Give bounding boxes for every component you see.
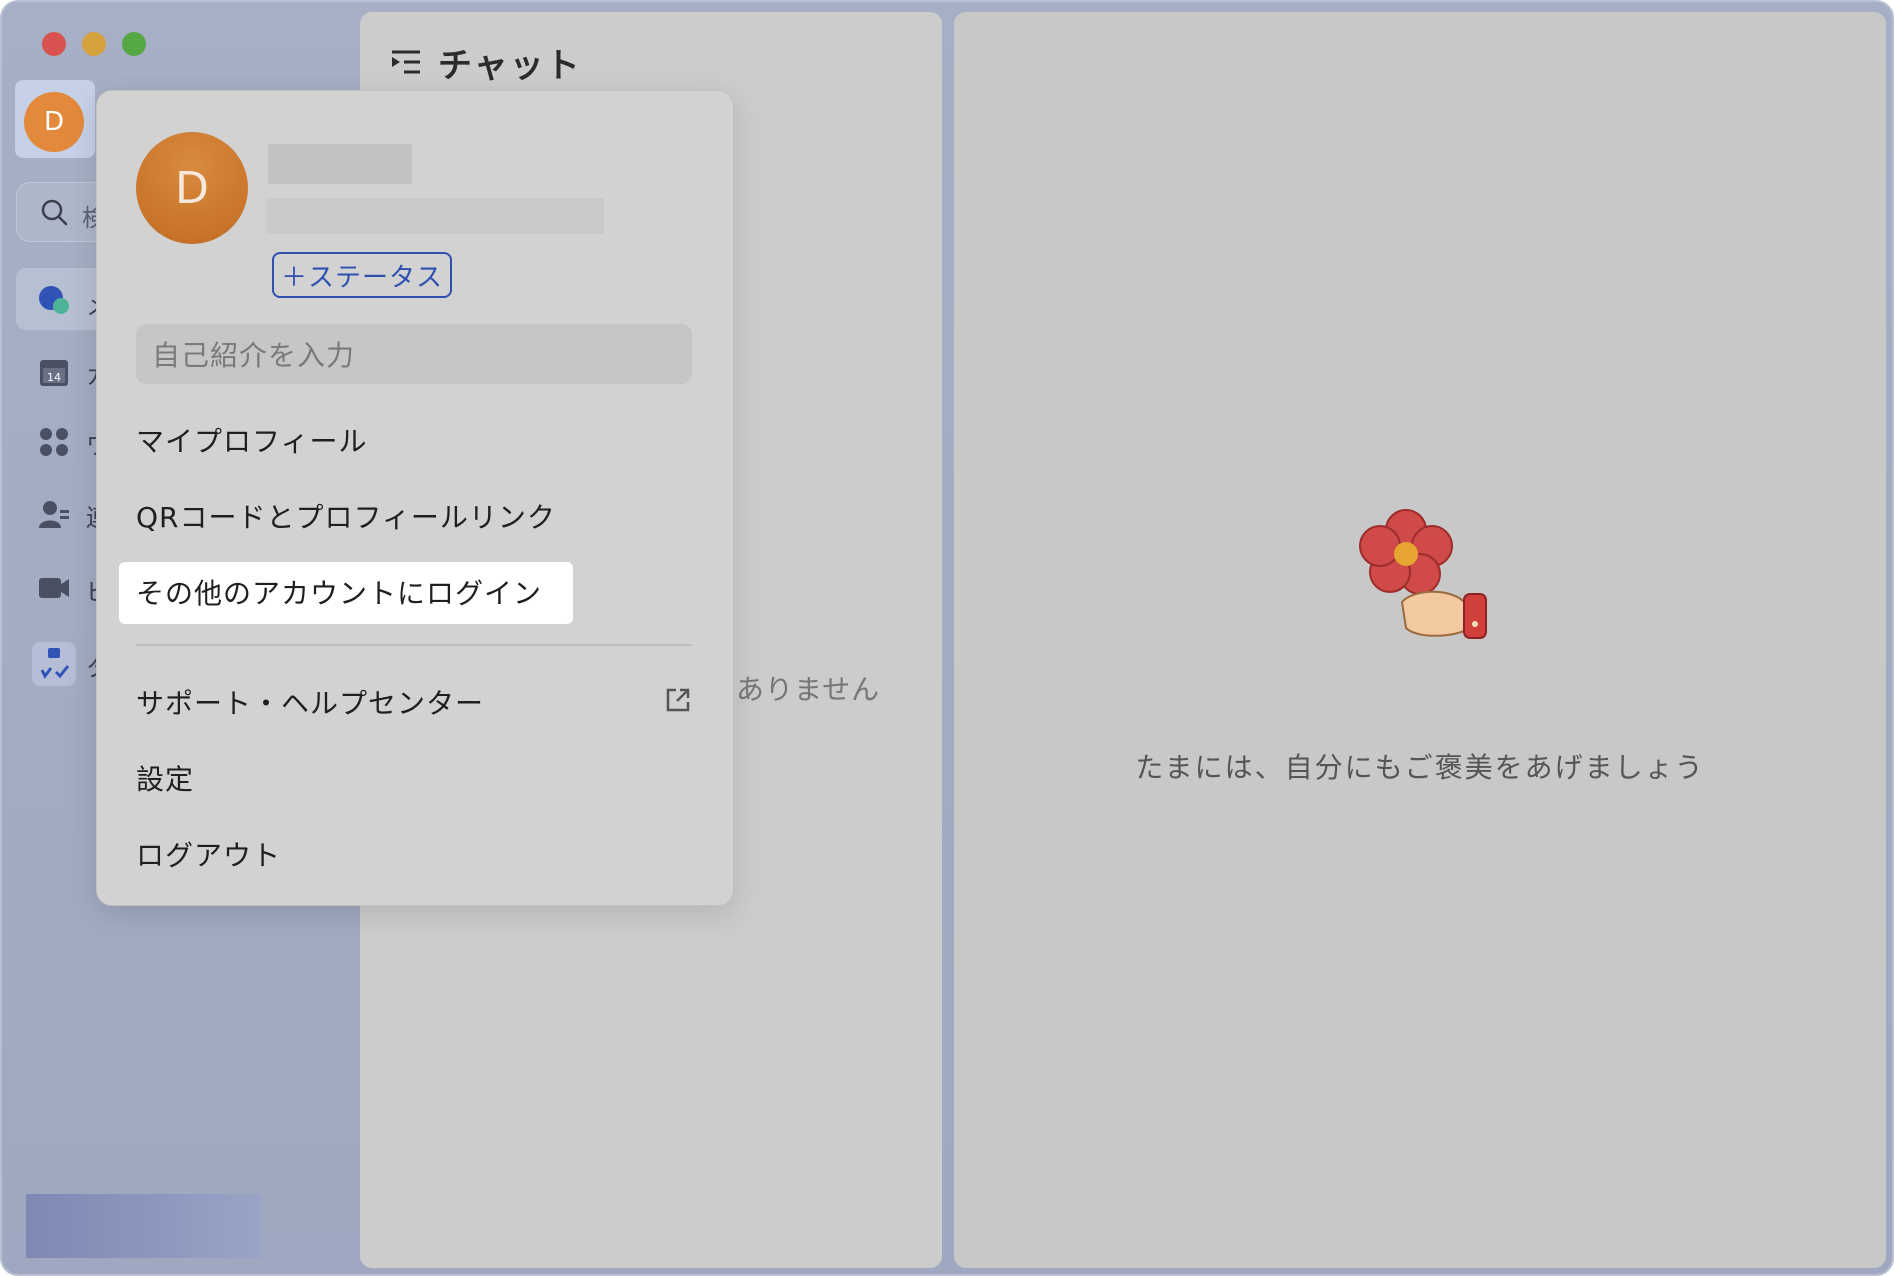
menu-item-support[interactable]: サポート・ヘルプセンター [136,682,484,722]
chat-title: チャット [438,46,582,86]
minimize-window-button[interactable] [82,32,106,56]
rail-bottom-banner[interactable] [26,1194,262,1258]
popup-avatar-initial: D [175,162,209,214]
chat-bubble-icon[interactable] [38,284,70,316]
add-status-button[interactable]: ＋ステータス [272,252,452,298]
menu-item-logout[interactable]: ログアウト [136,834,281,874]
menu-item-settings[interactable]: 設定 [136,758,194,798]
contacts-icon[interactable] [38,498,70,530]
rail-avatar-initial: D [43,107,65,137]
menu-divider [136,644,692,646]
menu-item-my-profile[interactable]: マイプロフィール [136,420,367,460]
menu-item-qr-profile-link[interactable]: QRコードとプロフィールリンク [136,496,556,536]
flower-in-hand-illustration [1359,509,1487,639]
search-icon [41,199,68,226]
main-empty-message: たまには、自分にもご褒美をあげましょう [1135,751,1705,784]
app-window: D 検 メ 14 カ ワ 連 ビ タ [0,0,1894,1276]
calendar-badge: 14 [47,371,61,384]
bio-input[interactable]: 自己紹介を入力 [136,324,692,384]
tasks-icon[interactable] [32,642,76,686]
external-link-icon [666,688,690,712]
calendar-icon[interactable]: 14 [38,356,70,388]
popup-avatar[interactable]: D [136,132,248,244]
popup-subtitle-redacted [266,198,604,234]
close-window-button[interactable] [42,32,66,56]
maximize-window-button[interactable] [122,32,146,56]
popup-name-redacted [268,144,412,184]
video-camera-icon[interactable] [38,572,70,604]
apps-grid-icon[interactable] [38,426,70,458]
rail-avatar[interactable]: D [24,92,84,152]
menu-item-login-other-account[interactable]: その他のアカウントにログイン [136,572,542,612]
collapse-sidebar-icon[interactable] [390,46,422,78]
chat-empty-text: ありません [736,673,881,706]
